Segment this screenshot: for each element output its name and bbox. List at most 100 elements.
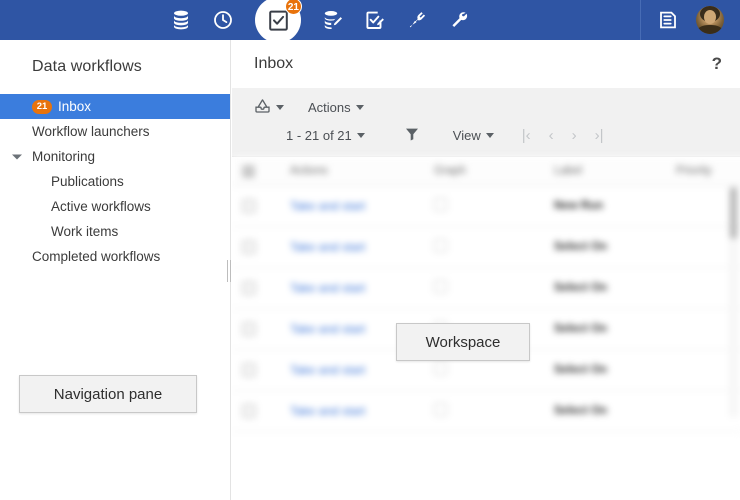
next-page-button[interactable]: › [572,127,577,144]
sidebar-item-publications[interactable]: Publications [0,169,230,194]
toolbar-row-secondary: 1 - 21 of 21 View |‹ ‹ › ›| [232,122,740,148]
checkbox-edit-icon[interactable] [363,7,387,33]
take-and-start-link[interactable]: Take and start [290,281,365,295]
chevron-down-icon [485,132,494,138]
row-label-cell: Select On [548,267,670,309]
row-action-cell[interactable]: Take and start [284,390,428,432]
chevron-down-icon [355,104,364,110]
filter-icon [405,127,419,144]
sidebar-item-inbox[interactable]: 21 Inbox [0,94,230,119]
pagination-controls: |‹ ‹ › ›| [522,127,604,144]
topbar-right-group [640,0,740,40]
row-checkbox[interactable] [242,322,256,336]
sidebar-item-workflow-launchers[interactable]: Workflow launchers [0,119,230,144]
take-and-start-link[interactable]: Take and start [290,322,365,336]
sidebar-item-label: Inbox [58,99,92,114]
row-action-cell[interactable]: Take and start [284,267,428,309]
row-select-cell[interactable] [232,390,284,432]
table-row[interactable]: Take and start Select On [232,267,740,309]
checkbox-task-icon[interactable]: 21 [255,0,302,43]
database-icon[interactable] [169,7,193,33]
sidebar-item-work-items[interactable]: Work items [0,219,230,244]
callout-workspace: Workspace [396,323,530,361]
avatar-body [698,25,722,34]
plug-icon[interactable] [405,7,429,33]
first-page-button[interactable]: |‹ [522,127,531,144]
take-and-start-link[interactable]: Take and start [290,363,365,377]
table-header-row: Actions Graph Label Priority [232,157,740,186]
row-select-cell[interactable] [232,226,284,268]
database-edit-icon[interactable] [321,7,345,33]
clock-icon[interactable] [211,7,235,33]
row-label: Select On [554,405,608,417]
graph-icon[interactable] [434,403,447,416]
column-header-graph[interactable]: Graph [428,157,548,186]
view-dropdown[interactable]: View [453,128,494,143]
sidebar-item-label: Workflow launchers [32,124,150,139]
topbar-task-badge: 21 [284,0,302,15]
select-all-checkbox[interactable] [242,164,255,178]
row-select-cell[interactable] [232,267,284,309]
sidebar-item-label: Publications [51,174,124,189]
table-vertical-scrollbar[interactable] [729,187,738,417]
row-label: New Run [554,200,604,212]
wrench-icon[interactable] [447,7,471,33]
row-select-cell[interactable] [232,185,284,227]
row-label-cell: Select On [548,308,670,350]
pane-resize-handle[interactable] [225,258,232,284]
row-checkbox[interactable] [242,404,256,418]
row-action-cell[interactable]: Take and start [284,185,428,227]
table-row[interactable]: Take and start Select On [232,390,740,432]
workspace-toolbar: Actions 1 - 21 of 21 View |‹ ‹ › ›| [232,88,740,157]
last-page-button[interactable]: ›| [595,127,604,144]
workspace-title: Inbox [254,55,294,72]
row-graph-cell [428,390,548,432]
graph-icon[interactable] [434,362,447,375]
column-header-actions[interactable]: Actions [284,157,428,186]
take-and-start-link[interactable]: Take and start [290,240,365,254]
chevron-down-icon[interactable] [12,154,22,159]
graph-icon[interactable] [434,239,447,252]
avatar[interactable] [696,6,724,34]
column-header-priority[interactable]: Priority [670,157,740,186]
sidebar-item-completed-workflows[interactable]: Completed workflows [0,244,230,269]
navigation-pane: Data workflows 21 Inbox Workflow launche… [0,40,231,500]
take-and-start-link[interactable]: Take and start [290,404,365,418]
callout-navigation-pane: Navigation pane [19,375,197,413]
column-header-select[interactable] [232,157,284,186]
row-action-cell[interactable]: Take and start [284,226,428,268]
help-icon[interactable]: ? [712,54,722,74]
toolbar-row-primary: Actions [232,94,740,120]
row-checkbox[interactable] [242,199,256,213]
filter-button[interactable] [405,127,419,144]
graph-icon[interactable] [434,280,447,293]
page-title: Data workflows [32,58,142,75]
vertical-scrollbar-thumb[interactable] [730,187,737,239]
resize-grip-line [229,260,231,282]
sidebar-item-label: Monitoring [32,149,96,164]
report-list-icon[interactable] [656,7,680,33]
sidebar-item-active-workflows[interactable]: Active workflows [0,194,230,219]
row-select-cell[interactable] [232,308,284,350]
row-graph-cell [428,267,548,309]
actions-dropdown[interactable]: Actions [308,100,364,115]
record-count-dropdown[interactable]: 1 - 21 of 21 [286,128,365,143]
top-navigation-bar: 21 [0,0,740,43]
table-body: Take and start New Run Take and start Se… [232,185,740,432]
table-row[interactable]: Take and start Select On [232,226,740,268]
graph-icon[interactable] [434,198,447,211]
sidebar-inbox-badge: 21 [32,99,52,114]
take-and-start-link[interactable]: Take and start [290,199,365,213]
resize-grip-line [226,260,228,282]
row-select-cell[interactable] [232,349,284,391]
table-row[interactable]: Take and start New Run [232,185,740,227]
row-checkbox[interactable] [242,240,256,254]
inbox-tray-dropdown[interactable] [254,98,284,117]
row-checkbox[interactable] [242,281,256,295]
column-header-label[interactable]: Label [548,157,670,186]
row-label: Select On [554,323,608,335]
row-graph-cell [428,226,548,268]
previous-page-button[interactable]: ‹ [549,127,554,144]
sidebar-item-monitoring[interactable]: Monitoring [0,144,230,169]
row-checkbox[interactable] [242,363,256,377]
